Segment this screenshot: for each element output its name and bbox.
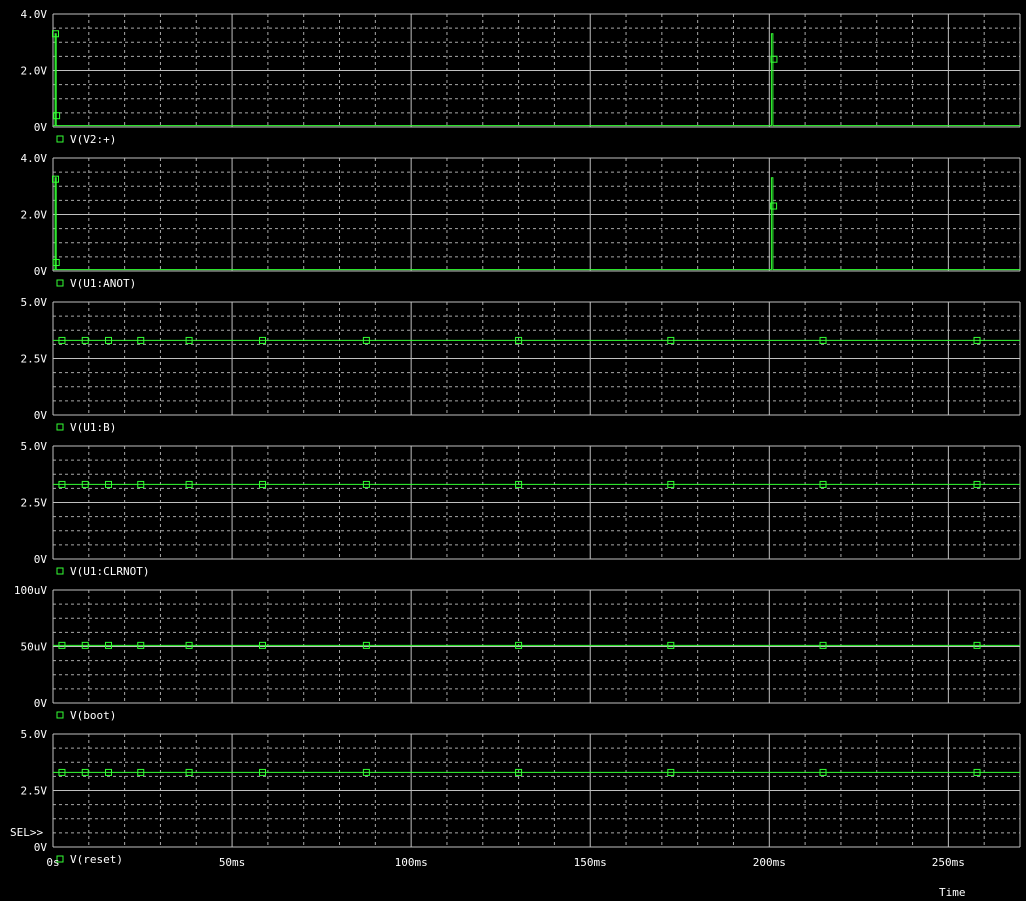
- y-tick-label: 4.0V: [21, 8, 48, 21]
- x-tick-label: 150ms: [574, 856, 607, 869]
- y-tick-label: 0V: [34, 697, 48, 710]
- y-tick-label: 0V: [34, 409, 48, 422]
- y-tick-label: 5.0V: [21, 728, 48, 741]
- x-tick-label: 200ms: [753, 856, 786, 869]
- x-tick-label: 50ms: [219, 856, 246, 869]
- y-tick-label: 0V: [34, 265, 48, 278]
- y-tick-label: 4.0V: [21, 152, 48, 165]
- legend-label: V(reset): [70, 853, 123, 866]
- legend-label: V(U1:B): [70, 421, 116, 434]
- y-tick-label: 2.0V: [21, 209, 48, 222]
- x-tick-label: 250ms: [932, 856, 965, 869]
- y-tick-label: 0V: [34, 553, 48, 566]
- legend-label: V(V2:+): [70, 133, 116, 146]
- legend-label: V(U1:ANOT): [70, 277, 136, 290]
- y-tick-label: 2.0V: [21, 65, 48, 78]
- y-tick-label: 5.0V: [21, 440, 48, 453]
- y-tick-label: 2.5V: [21, 785, 48, 798]
- y-tick-label: 0V: [34, 841, 48, 854]
- plot-background: [0, 0, 1026, 901]
- x-axis-label: Time: [939, 886, 966, 899]
- y-tick-label: 0V: [34, 121, 48, 134]
- legend-label: V(boot): [70, 709, 116, 722]
- y-tick-label: 2.5V: [21, 497, 48, 510]
- y-tick-label: 100uV: [14, 584, 47, 597]
- y-tick-label: 5.0V: [21, 296, 48, 309]
- waveform-plot-window: 0V 2.0V 4.0V V(V2:+) 0V 2.0V 4.0V V(U1:ANOT) 0V 2…: [0, 0, 1026, 901]
- sel-marker: SEL>>: [10, 826, 43, 839]
- y-tick-label: 2.5V: [21, 353, 48, 366]
- legend-label: V(U1:CLRNOT): [70, 565, 149, 578]
- x-tick-label: 0s: [46, 856, 59, 869]
- x-tick-label: 100ms: [395, 856, 428, 869]
- y-tick-label: 50uV: [21, 641, 48, 654]
